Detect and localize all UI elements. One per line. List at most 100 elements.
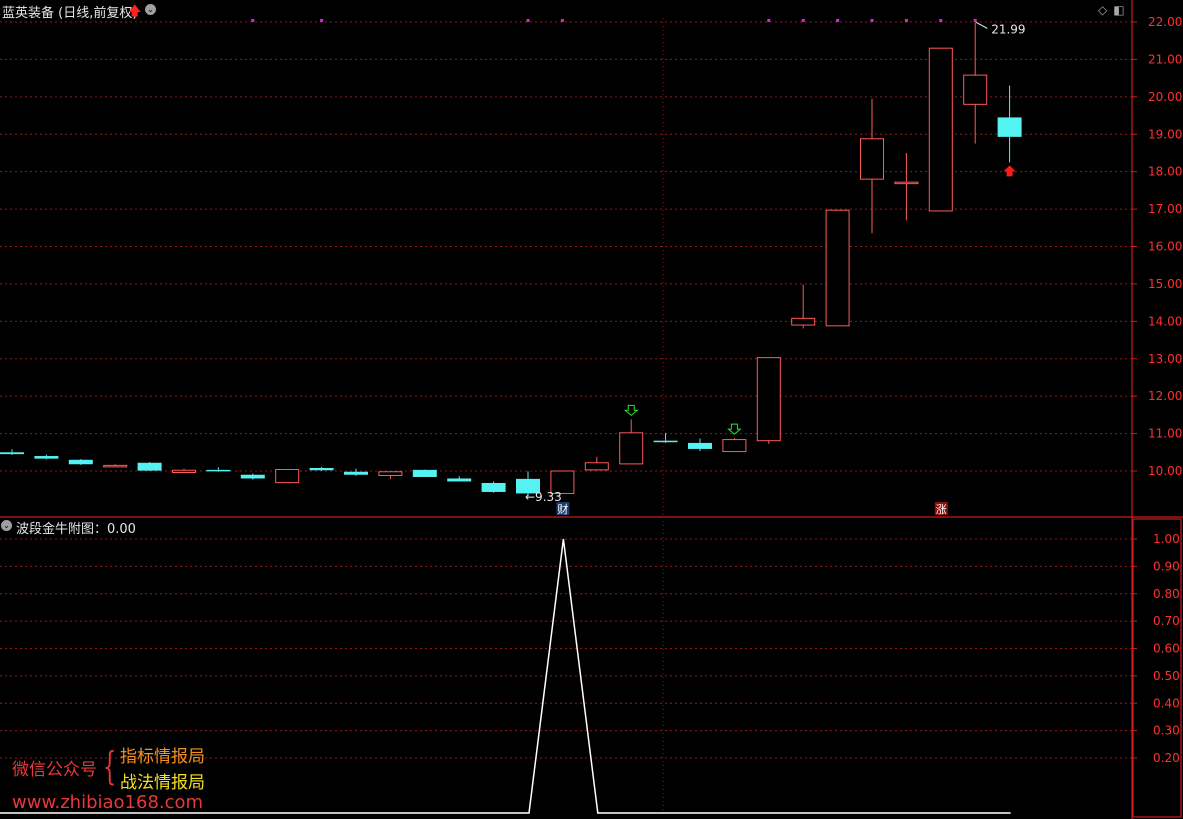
candle-body xyxy=(103,464,128,468)
magenta-signal-dot xyxy=(801,19,805,22)
price-tick-label: 22.00 xyxy=(1148,15,1182,29)
price-tick-label: 11.00 xyxy=(1148,427,1182,441)
candle-body xyxy=(0,452,24,455)
candle xyxy=(275,469,300,484)
candle-body xyxy=(928,47,953,212)
magenta-signal-dot xyxy=(973,19,977,22)
candle xyxy=(34,454,59,460)
price-tick-label: 14.00 xyxy=(1148,314,1182,328)
candle-body xyxy=(34,456,59,459)
indicator-tick-label: 0.90 xyxy=(1153,559,1180,573)
candle xyxy=(344,468,368,476)
price-tick-label: 20.00 xyxy=(1148,90,1182,104)
indicator-tick-label: 0.20 xyxy=(1153,751,1180,765)
candle xyxy=(791,284,816,329)
candle-body xyxy=(344,471,368,475)
candle-body xyxy=(791,317,816,326)
candle xyxy=(653,432,678,443)
candle-body xyxy=(894,181,919,185)
chart-canvas[interactable]: 21.99 ←9.33财 涨 22.00 21.00 20.00 19.00 18.00 17… xyxy=(0,0,1183,819)
indicator-chevron-down-icon[interactable]: ⌄ xyxy=(1,520,12,531)
indicator-tick-label: 1.00 xyxy=(1153,532,1180,546)
candle-body xyxy=(275,469,300,484)
indicator-grid xyxy=(0,538,1132,759)
magenta-signal-dot xyxy=(560,19,564,22)
candle-body xyxy=(722,439,747,453)
candle xyxy=(172,468,196,474)
candle xyxy=(756,357,781,445)
candle xyxy=(103,464,128,468)
price-tick-label: 21.00 xyxy=(1148,52,1182,66)
price-tick-label: 16.00 xyxy=(1148,240,1182,254)
watermark-line1: 指标情报局 xyxy=(120,747,205,767)
candle xyxy=(722,438,747,453)
candle xyxy=(68,459,93,466)
candle-body xyxy=(68,459,93,465)
magenta-signal-dot xyxy=(836,19,840,22)
chart-title: 蓝英装备 (日线,前复权) xyxy=(2,6,138,21)
candle xyxy=(137,462,162,471)
event-marker-label: 涨 xyxy=(936,503,947,516)
candle-body xyxy=(619,432,644,465)
event-marker-label: 财 xyxy=(557,502,568,516)
candle-body xyxy=(825,209,850,327)
price-tick-label: 19.00 xyxy=(1148,127,1182,141)
high-pointer xyxy=(975,21,988,29)
diamond-icon[interactable]: ◇ xyxy=(1098,3,1107,17)
candle-body xyxy=(860,138,884,180)
watermark-brace-icon: { xyxy=(103,744,117,788)
candle-body xyxy=(137,462,162,471)
top-right-toolbar: ◇ ◧ xyxy=(1098,3,1131,17)
watermark-wechat: 微信公众号 xyxy=(12,760,97,780)
candle-body xyxy=(206,469,231,472)
candle-body xyxy=(240,474,265,479)
candle xyxy=(619,419,644,465)
magenta-signal-dot xyxy=(767,19,771,22)
panel-toggle-icon[interactable]: ◧ xyxy=(1113,3,1124,17)
candle xyxy=(481,481,506,493)
magenta-signal-dot xyxy=(904,19,908,22)
price-tick-label: 18.00 xyxy=(1148,165,1182,179)
watermark-line2: 战法情报局 xyxy=(120,773,205,793)
high-price-label: 21.99 xyxy=(991,22,1025,36)
main-grid xyxy=(0,21,1132,472)
candle xyxy=(447,476,472,482)
price-tick-label: 15.00 xyxy=(1148,277,1182,291)
candle-body xyxy=(584,462,609,471)
indicator-tick-label: 0.80 xyxy=(1153,587,1180,601)
candle-body xyxy=(447,478,472,482)
candle-body xyxy=(378,471,403,476)
candle xyxy=(309,466,334,471)
indicator-axis: 1.00 0.90 0.80 0.70 0.60 0.50 0.40 0.30 0.20 xyxy=(1132,532,1180,765)
candle xyxy=(206,467,231,472)
magenta-signal-dot xyxy=(939,19,943,22)
candle-body xyxy=(688,442,712,449)
candle xyxy=(963,22,988,144)
candle xyxy=(688,438,712,452)
candle xyxy=(825,209,850,327)
candle xyxy=(378,471,403,480)
chevron-down-icon[interactable]: ⌄ xyxy=(145,4,156,15)
magenta-signal-dot xyxy=(526,19,530,22)
indicator-tick-label: 0.30 xyxy=(1153,724,1180,738)
low-price-label: ←9.33 xyxy=(525,490,562,504)
candle-body xyxy=(172,469,196,473)
candle xyxy=(0,449,24,455)
magenta-signal-dot xyxy=(320,19,324,22)
candle xyxy=(860,98,884,234)
indicator-tick-label: 0.60 xyxy=(1153,642,1180,656)
candle-body xyxy=(481,482,506,492)
candle-body xyxy=(309,468,334,471)
indicator-tick-label: 0.40 xyxy=(1153,696,1180,710)
indicator-label: 波段金牛附图：0.00 xyxy=(16,522,136,537)
red-up-arrow-icon: 🡅 xyxy=(128,4,142,19)
watermark-url: www.zhibiao168.com xyxy=(12,792,204,813)
red-up-arrow-icon xyxy=(1003,165,1016,177)
candle-body xyxy=(997,117,1022,137)
candle-body xyxy=(653,440,678,443)
candlestick-series xyxy=(0,22,1022,497)
candle xyxy=(894,152,919,221)
green-down-arrow-icon xyxy=(623,404,639,417)
candle xyxy=(928,47,953,212)
indicator-tick-label: 0.50 xyxy=(1153,669,1180,683)
